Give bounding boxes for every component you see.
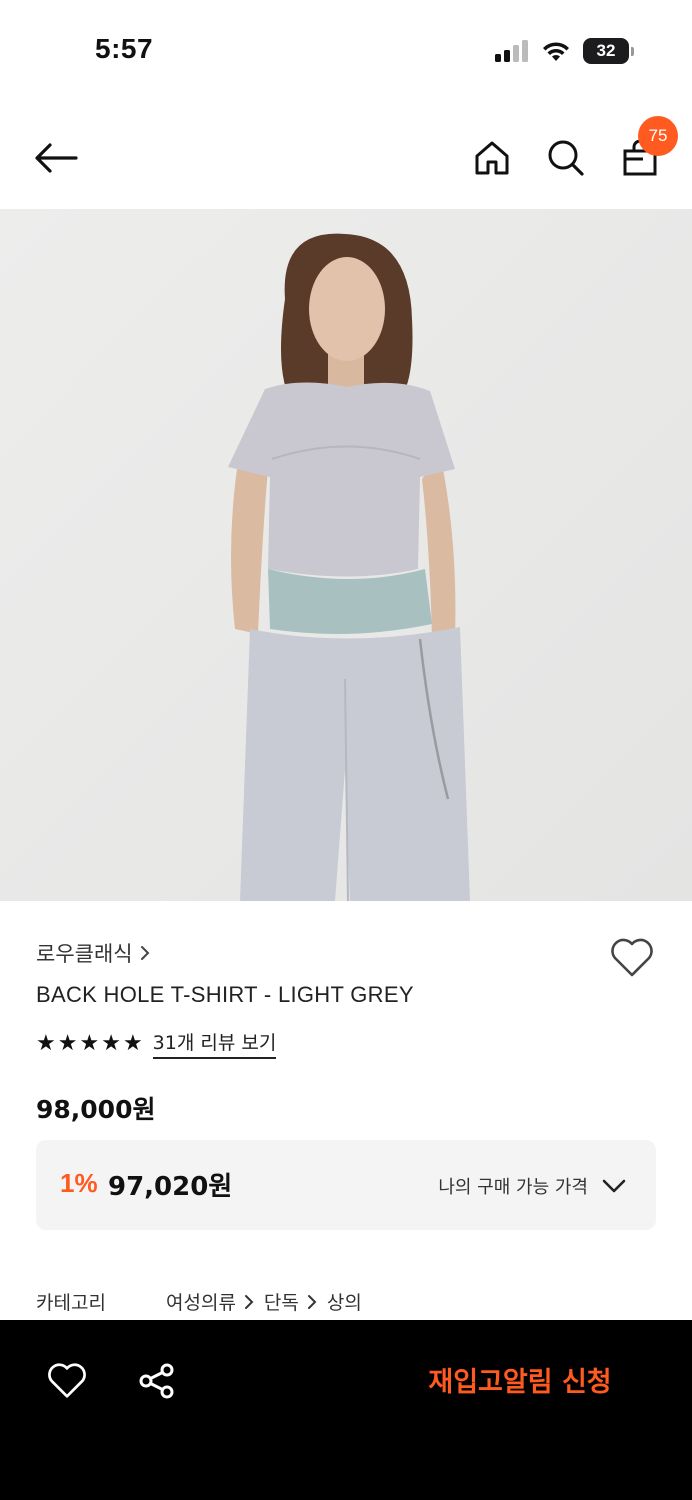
category-row: 카테고리 여성의류 단독 상의 [36, 1288, 362, 1315]
model-photo [0, 209, 692, 901]
star-icon: ★ [57, 1030, 78, 1056]
back-button[interactable] [30, 132, 82, 184]
home-button[interactable] [466, 132, 518, 184]
status-time: 5:57 [95, 33, 154, 64]
wifi-icon [543, 42, 569, 61]
nav-bar [0, 110, 692, 210]
review-link[interactable]: 31개 리뷰 보기 [152, 1028, 277, 1059]
chevron-down-icon [602, 1179, 626, 1193]
brand-name: 로우클래식 [36, 942, 133, 966]
my-price-dropdown[interactable]: 1% 97,020원 나의 구매 가능 가격 [36, 1140, 656, 1230]
heart-icon [611, 938, 653, 977]
category-crumb-exclusive[interactable]: 단독 [264, 1288, 299, 1315]
status-icons: 32 [495, 38, 634, 64]
battery-level: 32 [583, 38, 629, 64]
category-crumb-tops[interactable]: 상의 [327, 1288, 362, 1315]
wishlist-button[interactable] [608, 934, 656, 982]
bottom-wishlist-button[interactable] [42, 1356, 92, 1406]
search-icon [548, 140, 584, 176]
chevron-right-icon [140, 946, 150, 960]
cart-count-badge: 75 [638, 116, 678, 156]
brand-link[interactable]: 로우클래식 [36, 938, 151, 968]
search-button[interactable] [540, 132, 592, 184]
star-icon: ★ [101, 1030, 121, 1056]
star-icon: ★ [36, 1030, 56, 1056]
chevron-right-icon [242, 1293, 258, 1311]
share-button[interactable] [132, 1356, 182, 1406]
product-image[interactable] [0, 209, 692, 901]
share-icon [139, 1363, 174, 1399]
my-price-label: 나의 구매 가능 가격 [438, 1177, 588, 1198]
battery: 32 [583, 38, 634, 64]
status-bar: 5:57 32 [0, 0, 692, 100]
heart-icon [48, 1363, 86, 1398]
category-crumb-women[interactable]: 여성의류 [166, 1288, 236, 1315]
bottom-action-bar: 재입고알림 신청 [0, 1320, 692, 1500]
rating-row: ★ ★ ★ ★ ★ 31개 리뷰 보기 [36, 1028, 277, 1059]
restock-alert-button[interactable]: 재입고알림 신청 [400, 1360, 640, 1404]
chevron-right-icon [305, 1293, 321, 1311]
rating-stars: ★ ★ ★ ★ ★ [36, 1030, 143, 1056]
product-name: BACK HOLE T-SHIRT - LIGHT GREY [36, 982, 414, 1007]
discount-price: 97,020원 [108, 1172, 233, 1202]
category-label: 카테고리 [36, 1292, 106, 1314]
discount-rate: 1% [60, 1168, 98, 1198]
cellular-signal-icon [495, 40, 528, 62]
star-icon: ★ [122, 1030, 143, 1056]
price: 98,000원 [36, 1095, 156, 1124]
home-icon [475, 141, 509, 175]
battery-nub [631, 46, 634, 56]
back-arrow-icon [35, 143, 78, 173]
star-icon: ★ [79, 1030, 100, 1056]
